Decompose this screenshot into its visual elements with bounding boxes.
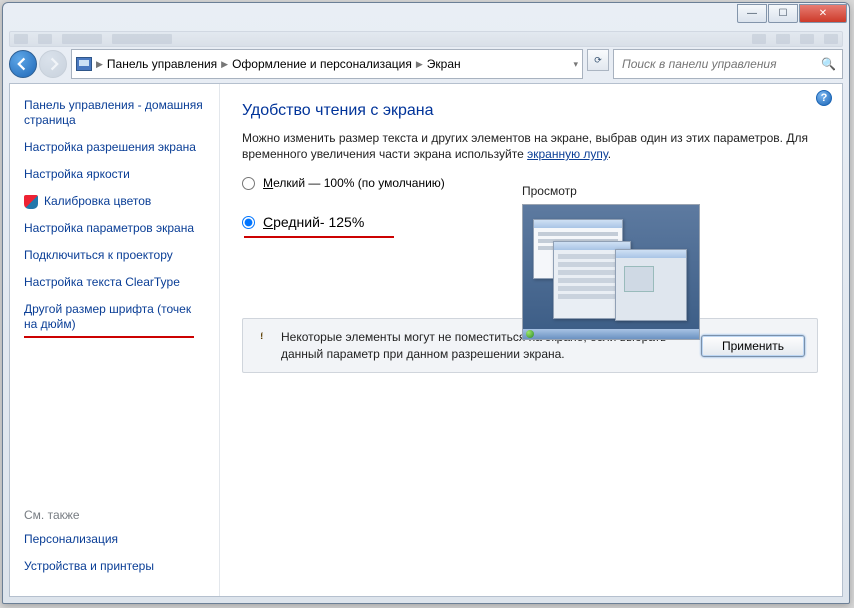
preview-label: Просмотр xyxy=(522,184,812,198)
sidebar-see-also: См. также Персонализация Устройства и пр… xyxy=(24,508,207,586)
sidebar-links: Панель управления - домашняя страница На… xyxy=(24,98,207,348)
breadcrumb[interactable]: ▶ Панель управления ▶ Оформление и персо… xyxy=(71,49,583,79)
chevron-right-icon: ▶ xyxy=(416,59,423,70)
see-also-personalization[interactable]: Персонализация xyxy=(24,532,207,547)
sidebar-home-link[interactable]: Панель управления - домашняя страница xyxy=(24,98,207,128)
breadcrumb-item[interactable]: Оформление и персонализация xyxy=(232,57,412,71)
minimize-button[interactable]: — xyxy=(737,4,767,23)
address-bar: ▶ Панель управления ▶ Оформление и персо… xyxy=(9,49,843,79)
sidebar-link-resolution[interactable]: Настройка разрешения экрана xyxy=(24,140,207,155)
titlebar: — ☐ ✕ xyxy=(3,3,849,31)
content-area: ? Панель управления - домашняя страница … xyxy=(9,83,843,597)
maximize-button[interactable]: ☐ xyxy=(768,4,798,23)
page-description: Можно изменить размер текста и других эл… xyxy=(242,130,818,162)
red-underline-annotation xyxy=(244,236,394,238)
ribbon-blur-strip xyxy=(9,31,843,47)
sidebar: Панель управления - домашняя страница На… xyxy=(10,84,220,596)
sidebar-link-cleartype[interactable]: Настройка текста ClearType xyxy=(24,275,207,290)
arrow-right-icon xyxy=(46,57,60,71)
sidebar-link-custom-dpi[interactable]: Другой размер шрифта (точек на дюйм) xyxy=(24,302,207,332)
sidebar-link-display-settings[interactable]: Настройка параметров экрана xyxy=(24,221,207,236)
radio-small-label: Мелкий — 100% (по умолчанию) xyxy=(263,176,445,190)
back-button[interactable] xyxy=(9,50,37,78)
preview-thumbnail xyxy=(522,204,700,340)
warning-icon xyxy=(255,330,271,344)
search-icon[interactable]: 🔍 xyxy=(821,57,836,71)
preview-block: Просмотр xyxy=(522,184,812,340)
close-button[interactable]: ✕ xyxy=(799,4,847,23)
main-panel: Удобство чтения с экрана Можно изменить … xyxy=(220,84,842,596)
control-panel-window: — ☐ ✕ ▶ Панель управления ▶ Оформление и… xyxy=(2,2,850,604)
preview-window-icon xyxy=(615,249,687,321)
window-controls: — ☐ ✕ xyxy=(737,4,847,23)
chevron-right-icon: ▶ xyxy=(96,59,103,70)
preview-taskbar-icon xyxy=(523,329,699,339)
control-panel-icon xyxy=(76,57,92,71)
refresh-icon: ⟳ xyxy=(594,55,602,66)
breadcrumb-item[interactable]: Экран xyxy=(427,57,461,71)
refresh-button[interactable]: ⟳ xyxy=(587,49,609,71)
see-also-label: См. также xyxy=(24,508,207,522)
arrow-left-icon xyxy=(16,57,30,71)
sidebar-link-projector[interactable]: Подключиться к проектору xyxy=(24,248,207,263)
radio-medium[interactable] xyxy=(242,216,255,229)
radio-medium-label: Средний- 125% xyxy=(263,214,364,230)
radio-small[interactable] xyxy=(242,177,255,190)
magnifier-link[interactable]: экранную лупу xyxy=(527,147,608,161)
shield-icon xyxy=(24,195,38,209)
search-input[interactable] xyxy=(620,56,821,72)
search-box[interactable]: 🔍 xyxy=(613,49,843,79)
red-underline-annotation xyxy=(24,336,194,338)
breadcrumb-item[interactable]: Панель управления xyxy=(107,57,217,71)
chevron-down-icon[interactable]: ▾ xyxy=(573,59,578,70)
sidebar-link-calibrate-colors[interactable]: Калибровка цветов xyxy=(44,194,151,209)
see-also-devices-printers[interactable]: Устройства и принтеры xyxy=(24,559,207,574)
chevron-right-icon: ▶ xyxy=(221,59,228,70)
page-heading: Удобство чтения с экрана xyxy=(242,102,818,120)
nav-buttons xyxy=(9,49,67,79)
forward-button[interactable] xyxy=(39,50,67,78)
sidebar-link-brightness[interactable]: Настройка яркости xyxy=(24,167,207,182)
